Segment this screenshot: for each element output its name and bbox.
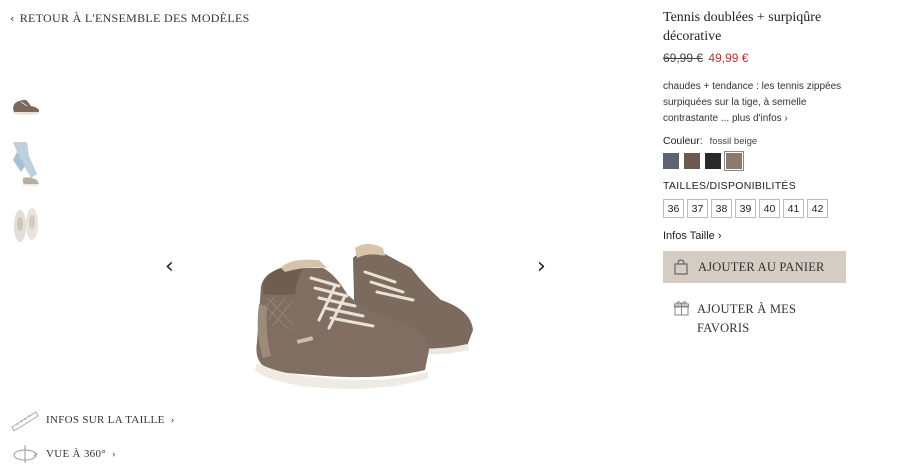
chevron-right-icon: › <box>537 254 546 279</box>
color-swatch[interactable] <box>663 153 679 169</box>
view-360-label: VUE À 360° <box>46 448 106 460</box>
color-swatch-selected[interactable] <box>724 151 744 171</box>
product-gallery: ‹ › <box>150 40 570 420</box>
color-label: Couleur: <box>663 135 703 147</box>
shopping-bag-icon <box>674 259 688 275</box>
size-option[interactable]: 37 <box>687 199 708 218</box>
back-to-models-link[interactable]: ‹ RETOUR À L'ENSEMBLE DES MODÈLES <box>10 11 250 26</box>
product-panel: Tennis doublées + surpiqûre décorative 6… <box>663 8 863 338</box>
thumbnail-list <box>9 84 43 258</box>
size-option[interactable]: 42 <box>807 199 828 218</box>
size-option[interactable]: 38 <box>711 199 732 218</box>
color-swatches <box>663 151 863 171</box>
product-title: Tennis doublées + surpiqûre décorative <box>663 10 822 44</box>
add-to-favorites-button[interactable]: AJOUTER À MES FAVORIS <box>663 300 863 338</box>
size-option[interactable]: 36 <box>663 199 684 218</box>
add-to-cart-button[interactable]: AJOUTER AU PANIER <box>663 251 846 283</box>
chevron-right-icon: › <box>111 448 116 460</box>
gift-icon <box>674 301 689 316</box>
color-row: Couleur: fossil beige <box>663 135 863 147</box>
size-info-link[interactable]: INFOS SUR LA TAILLE › <box>10 409 175 431</box>
thumbnail-shoe-side[interactable] <box>9 84 43 132</box>
size-info-label: INFOS SUR LA TAILLE <box>46 414 165 426</box>
thumbnail-shoe-top[interactable] <box>9 200 43 248</box>
size-options: 36 37 38 39 40 41 42 <box>663 199 863 218</box>
chevron-left-icon: ‹ <box>10 12 15 25</box>
add-to-favorites-label: AJOUTER À MES FAVORIS <box>697 302 797 335</box>
gallery-next-button[interactable]: › <box>537 256 546 278</box>
infos-taille-link[interactable]: Infos Taille › <box>663 230 863 242</box>
ruler-icon <box>11 411 39 431</box>
sizes-header: TAILLES/DISPONIBILITÉS <box>663 180 797 192</box>
old-price: 69,99 € <box>663 51 704 65</box>
add-to-cart-label: AJOUTER AU PANIER <box>698 259 825 274</box>
price-block: 69,99 € 49,99 € <box>663 51 863 65</box>
size-option[interactable]: 40 <box>759 199 780 218</box>
size-option[interactable]: 41 <box>783 199 804 218</box>
rotate-360-icon <box>13 445 38 463</box>
product-image <box>255 244 473 389</box>
thumbnail-worn-leg[interactable] <box>9 142 43 190</box>
chevron-right-icon: › <box>170 414 175 426</box>
chevron-left-icon: ‹ <box>165 254 174 279</box>
back-link-label: RETOUR À L'ENSEMBLE DES MODÈLES <box>19 11 250 25</box>
sale-price: 49,99 € <box>708 51 749 65</box>
view-360-link[interactable]: VUE À 360° › <box>10 443 116 465</box>
color-value: fossil beige <box>709 136 758 147</box>
color-swatch[interactable] <box>705 153 721 169</box>
color-swatch[interactable] <box>684 153 700 169</box>
product-description: chaudes + tendance : les tennis zippées … <box>663 79 848 127</box>
size-option[interactable]: 39 <box>735 199 756 218</box>
gallery-prev-button[interactable]: ‹ <box>165 256 174 278</box>
more-info-link[interactable]: plus d'infos › <box>732 113 788 124</box>
